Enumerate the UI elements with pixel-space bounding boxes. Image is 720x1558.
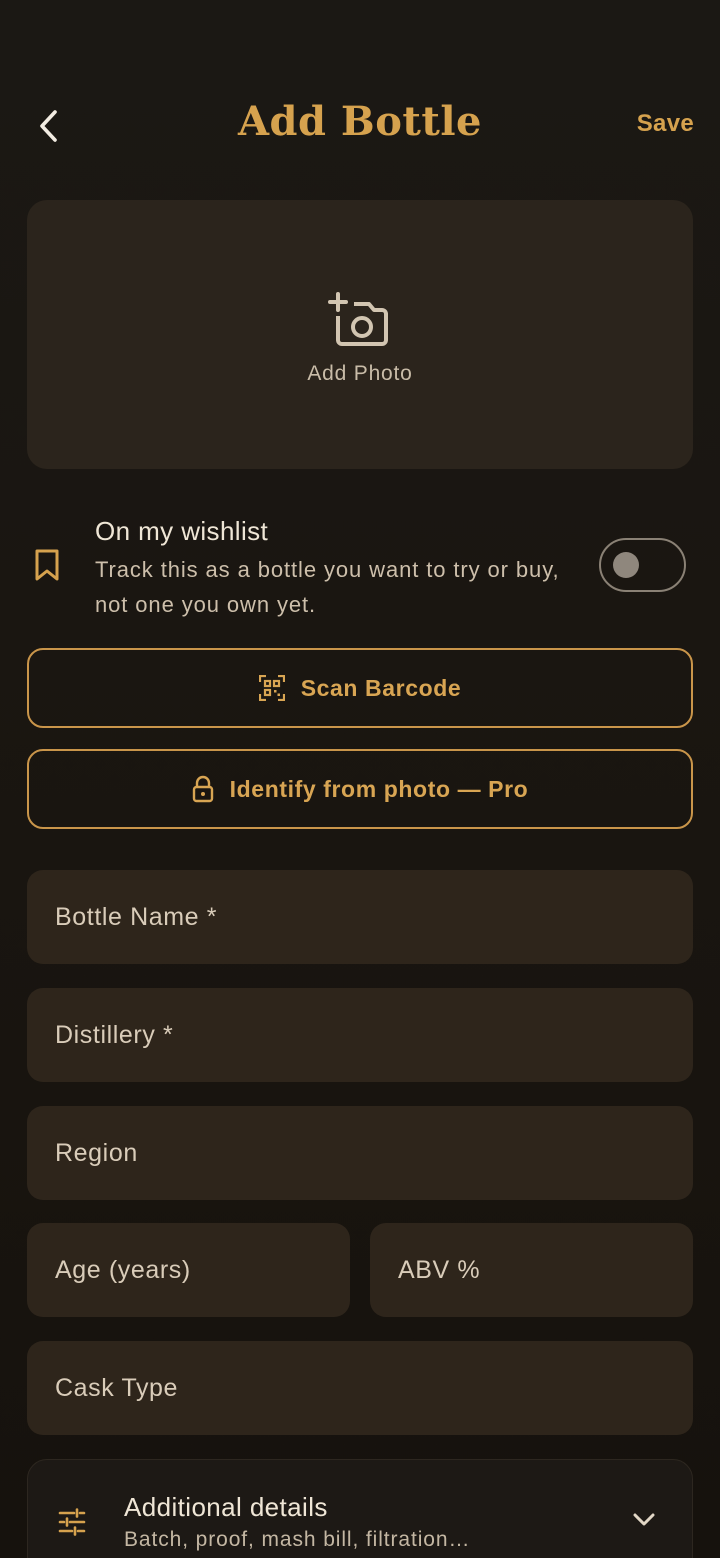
add-photo-area[interactable]: Add Photo <box>27 200 693 469</box>
identify-from-photo-button[interactable]: Identify from photo — Pro <box>27 749 693 829</box>
top-bar: Add Bottle Save <box>0 80 720 172</box>
scan-barcode-button[interactable]: Scan Barcode <box>27 648 693 728</box>
qr-scan-icon <box>258 675 285 701</box>
wishlist-row: On my wishlist Track this as a bottle yo… <box>0 508 720 628</box>
distillery-field[interactable]: Distillery * <box>27 988 693 1082</box>
wishlist-title: On my wishlist <box>95 516 269 546</box>
page-title: Add Bottle <box>238 98 482 145</box>
wishlist-description: Track this as a bottle you want to try o… <box>95 557 560 617</box>
add-photo-camera-icon <box>328 291 388 346</box>
abv-field[interactable]: ABV % <box>370 1223 693 1317</box>
scan-barcode-label: Scan Barcode <box>300 674 462 701</box>
add-photo-label: Add Photo <box>307 361 413 385</box>
wishlist-toggle[interactable] <box>599 538 686 592</box>
cask-type-field[interactable]: Cask Type <box>27 1341 693 1435</box>
region-field[interactable]: Region <box>27 1106 693 1200</box>
lock-icon <box>192 775 213 803</box>
additional-details-expander[interactable]: Additional details Batch, proof, mash bi… <box>27 1459 693 1558</box>
save-button[interactable]: Save <box>637 110 694 138</box>
bottle-name-field[interactable]: Bottle Name * <box>27 870 693 964</box>
chevron-down-icon <box>633 1513 655 1526</box>
identify-from-photo-label: Identify from photo — Pro <box>229 775 529 802</box>
additional-details-title: Additional details <box>124 1492 328 1522</box>
age-field[interactable]: Age (years) <box>27 1223 350 1317</box>
additional-details-subtitle: Batch, proof, mash bill, filtration… <box>124 1528 471 1551</box>
toggle-knob <box>613 552 639 578</box>
bookmark-icon <box>35 549 59 581</box>
tune-icon <box>58 1508 86 1536</box>
